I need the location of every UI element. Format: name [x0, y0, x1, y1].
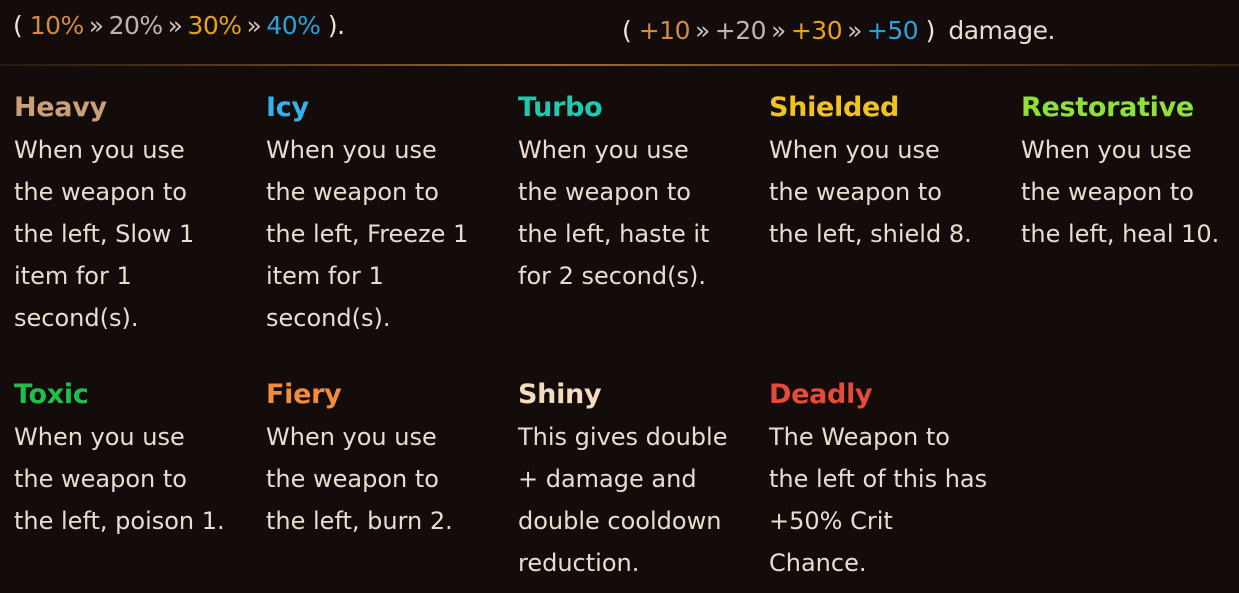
- tier-damage-line: ( +10» +20» +30» +50 ) damage.: [622, 13, 1055, 49]
- enchantment-card-shielded: Shielded When you use the weapon to the lef…: [769, 88, 1009, 255]
- enchantment-name: Turbo: [518, 92, 603, 123]
- tier-value-3: +30: [790, 16, 843, 45]
- enchantment-description: When you use the weapon to the left, Freez…: [266, 129, 506, 339]
- description-line: the left, haste it: [518, 220, 710, 248]
- tier-value-4: 40%: [266, 11, 321, 40]
- enchantment-description: When you use the weapon to the left, shiel…: [769, 129, 1009, 255]
- description-line: the weapon to: [769, 178, 942, 206]
- description-line: the weapon to: [266, 465, 439, 493]
- separator: »: [246, 11, 262, 40]
- description-line: the left, burn 2.: [266, 507, 453, 535]
- description-line: double cooldown: [518, 507, 722, 535]
- enchantment-description: When you use the weapon to the left, heal …: [1021, 129, 1239, 255]
- separator: »: [771, 16, 786, 45]
- description-line: When you use: [769, 136, 940, 164]
- enchantment-card-heavy: Heavy When you use the weapon to the left, …: [14, 88, 254, 339]
- open-paren: (: [13, 11, 23, 40]
- description-line: for 2 second(s).: [518, 262, 706, 290]
- description-line: the weapon to: [14, 465, 187, 493]
- separator: »: [694, 16, 710, 45]
- enchantment-description: When you use the weapon to the left, poiso…: [14, 416, 254, 542]
- enchantment-name: Fiery: [266, 379, 342, 410]
- description-line: the weapon to: [14, 178, 187, 206]
- separator: »: [88, 11, 104, 40]
- description-line: item for 1: [266, 262, 384, 290]
- description-line: the left, shield 8.: [769, 220, 972, 248]
- enchantment-description: When you use the weapon to the left, haste…: [518, 129, 758, 297]
- enchantment-name: Shiny: [518, 379, 602, 410]
- description-line: second(s).: [14, 304, 139, 332]
- tier-value-4: +50: [866, 16, 919, 45]
- enchantment-card-toxic: Toxic When you use the weapon to the left, …: [14, 375, 254, 542]
- close-paren: ): [925, 16, 936, 45]
- separator: »: [847, 16, 862, 45]
- description-line: Chance.: [769, 549, 867, 577]
- tier-value-1: 10%: [29, 11, 85, 40]
- enchantment-name: Heavy: [14, 92, 107, 123]
- close-paren: ).: [327, 11, 345, 40]
- open-paren: (: [622, 16, 632, 45]
- tier-value-1: +10: [638, 16, 691, 45]
- enchantment-card-restorative: Restorative When you use the weapon to the …: [1021, 88, 1239, 255]
- description-line: the weapon to: [266, 178, 439, 206]
- enchantment-description: The Weapon to the left of this has +50% Cr…: [769, 416, 1009, 584]
- enchantment-card-shiny: Shiny This gives double + damage and double…: [518, 375, 758, 584]
- description-line: the left, Slow 1: [14, 220, 195, 248]
- description-line: the weapon to: [518, 178, 691, 206]
- tier-value-2: +20: [714, 16, 767, 45]
- description-line: second(s).: [266, 304, 391, 332]
- enchantment-name: Deadly: [769, 379, 873, 410]
- description-line: When you use: [14, 136, 185, 164]
- description-line: reduction.: [518, 549, 640, 577]
- enchantment-card-turbo: Turbo When you use the weapon to the left, …: [518, 88, 758, 297]
- enchantment-description: When you use the weapon to the left, Slow …: [14, 129, 254, 339]
- tier-percent-line: ( 10%» 20%» 30%» 40% ).: [13, 8, 345, 44]
- enchantment-description: This gives double + damage and double cool…: [518, 416, 758, 584]
- description-line: The Weapon to: [769, 423, 950, 451]
- description-line: When you use: [518, 136, 689, 164]
- description-line: the left, heal 10.: [1021, 220, 1220, 248]
- description-line: +50% Crit: [769, 507, 893, 535]
- description-line: When you use: [1021, 136, 1192, 164]
- enchantment-name: Icy: [266, 92, 309, 123]
- description-line: item for 1: [14, 262, 132, 290]
- description-line: the left of this has: [769, 465, 988, 493]
- enchantment-card-fiery: Fiery When you use the weapon to the left, …: [266, 375, 506, 542]
- section-divider: [0, 64, 1239, 66]
- separator: »: [167, 11, 183, 40]
- enchantment-card-deadly: Deadly The Weapon to the left of this has +…: [769, 375, 1009, 584]
- description-line: This gives double: [518, 423, 728, 451]
- enchantment-name: Restorative: [1021, 92, 1194, 123]
- description-line: When you use: [266, 423, 437, 451]
- enchantment-name: Shielded: [769, 92, 900, 123]
- description-line: the weapon to: [1021, 178, 1194, 206]
- enchantment-card-icy: Icy When you use the weapon to the left, Fr…: [266, 88, 506, 339]
- tier-value-3: 30%: [187, 11, 242, 40]
- tier-value-2: 20%: [108, 11, 164, 40]
- description-line: the left, poison 1.: [14, 507, 225, 535]
- description-line: When you use: [266, 136, 437, 164]
- enchantment-description: When you use the weapon to the left, burn …: [266, 416, 506, 542]
- description-line: + damage and: [518, 465, 697, 493]
- enchantment-name: Toxic: [14, 379, 89, 410]
- damage-suffix: damage.: [948, 16, 1055, 45]
- description-line: When you use: [14, 423, 185, 451]
- description-line: the left, Freeze 1: [266, 220, 469, 248]
